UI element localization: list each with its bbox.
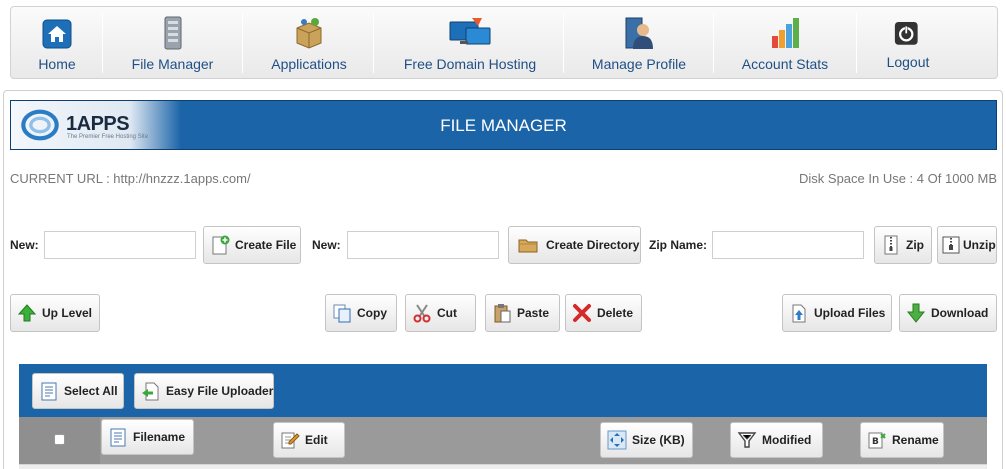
modified-funnel-icon xyxy=(737,432,757,448)
nav-divider xyxy=(102,13,103,73)
column-filename[interactable]: Filename xyxy=(101,419,194,455)
select-all-checkbox[interactable] xyxy=(54,434,65,445)
server-icon xyxy=(164,16,181,50)
easy-file-uploader-label: Easy File Uploader xyxy=(166,384,274,398)
nav-free-domain-hosting-label: Free Domain Hosting xyxy=(403,56,537,72)
table-row xyxy=(19,464,987,469)
unzip-label: Unzip xyxy=(963,238,996,252)
nav-account-stats-label: Account Stats xyxy=(741,56,829,72)
copy-icon xyxy=(333,304,351,323)
nav-divider xyxy=(713,13,714,73)
zip-name-input[interactable] xyxy=(712,231,864,259)
download-label: Download xyxy=(931,306,989,320)
create-file-button[interactable]: Create File xyxy=(203,226,301,264)
delete-button[interactable]: Delete xyxy=(565,294,642,332)
scissors-icon xyxy=(413,304,431,323)
unzip-icon xyxy=(942,236,960,254)
cut-button[interactable]: Cut xyxy=(405,294,476,332)
nav-divider xyxy=(563,13,564,73)
file-manager-banner: 1APPS The Premier Free Hosting Site FILE… xyxy=(10,100,997,150)
nav-applications[interactable]: Applications xyxy=(263,7,355,80)
delete-x-icon xyxy=(573,304,591,322)
upload-icon xyxy=(792,304,806,323)
nav-divider xyxy=(373,13,374,73)
power-icon xyxy=(894,22,918,45)
column-rename-label: Rename xyxy=(892,433,939,447)
arrow-up-icon xyxy=(17,304,37,322)
column-modified-label: Modified xyxy=(762,433,812,447)
column-filename-label: Filename xyxy=(133,430,186,444)
paste-label: Paste xyxy=(517,306,550,320)
copy-label: Copy xyxy=(357,306,387,320)
file-list-icon xyxy=(110,428,126,447)
current-url: CURRENT URL : http://hnzzz.1apps.com/ xyxy=(10,171,251,186)
nav-home-label: Home xyxy=(38,56,76,72)
select-all-button[interactable]: Select All xyxy=(32,373,124,409)
resize-arrows-icon xyxy=(607,430,627,450)
file-upload-arrow-icon xyxy=(142,382,159,401)
folder-icon xyxy=(518,239,538,253)
copy-button[interactable]: Copy xyxy=(325,294,397,332)
home-icon xyxy=(42,19,72,49)
easy-file-uploader-button[interactable]: Easy File Uploader xyxy=(134,373,274,409)
zip-button[interactable]: Zip xyxy=(874,226,932,264)
create-file-label: Create File xyxy=(235,238,297,252)
nav-free-domain-hosting[interactable]: Free Domain Hosting xyxy=(397,7,543,80)
download-button[interactable]: Download xyxy=(899,294,997,332)
nav-account-stats[interactable]: Account Stats xyxy=(735,7,835,80)
edit-pencil-icon xyxy=(281,432,300,449)
download-arrow-icon xyxy=(906,303,926,323)
top-navigation: Home File Manager Applications Free Doma… xyxy=(10,6,998,79)
up-level-button[interactable]: Up Level xyxy=(10,294,100,332)
column-size[interactable]: Size (KB) xyxy=(600,422,693,458)
column-rename[interactable]: B Rename xyxy=(860,422,944,458)
package-icon xyxy=(296,18,322,49)
new-directory-label: New: xyxy=(312,238,341,252)
upload-files-button[interactable]: Upload Files xyxy=(782,294,892,332)
create-directory-button[interactable]: Create Directory xyxy=(508,226,641,264)
unzip-button[interactable]: Unzip xyxy=(937,226,997,264)
select-all-label: Select All xyxy=(64,384,118,398)
nav-divider xyxy=(242,13,243,73)
column-size-label: Size (KB) xyxy=(632,433,685,447)
nav-file-manager[interactable]: File Manager xyxy=(121,7,224,80)
nav-logout-label: Logout xyxy=(886,54,930,70)
bar-chart-icon xyxy=(772,18,799,48)
nav-applications-label: Applications xyxy=(271,56,347,72)
create-directory-label: Create Directory xyxy=(546,238,640,252)
nav-manage-profile[interactable]: Manage Profile xyxy=(586,7,692,80)
new-file-label: New: xyxy=(10,238,39,252)
user-profile-icon xyxy=(625,17,653,49)
zip-label: Zip xyxy=(906,238,924,252)
column-edit[interactable]: Edit xyxy=(273,422,345,458)
zip-name-label: Zip Name: xyxy=(649,238,708,252)
new-file-input[interactable] xyxy=(44,231,196,259)
svg-text:B: B xyxy=(872,437,879,447)
nav-file-manager-label: File Manager xyxy=(131,56,214,72)
select-all-icon xyxy=(41,382,57,401)
nav-logout[interactable]: Logout xyxy=(877,7,939,80)
nav-divider xyxy=(856,13,857,73)
new-directory-input[interactable] xyxy=(347,231,499,259)
column-modified[interactable]: Modified xyxy=(730,422,823,458)
up-level-label: Up Level xyxy=(42,306,93,320)
computer-monitors-icon xyxy=(449,18,491,45)
delete-label: Delete xyxy=(597,306,634,320)
nav-manage-profile-label: Manage Profile xyxy=(591,56,687,72)
upload-files-label: Upload Files xyxy=(814,306,886,320)
paste-button[interactable]: Paste xyxy=(485,294,560,332)
column-edit-label: Edit xyxy=(305,433,328,447)
disk-space-usage: Disk Space In Use : 4 Of 1000 MB xyxy=(799,171,997,186)
new-file-icon xyxy=(212,235,230,255)
cut-label: Cut xyxy=(437,306,457,320)
clipboard-paste-icon xyxy=(494,304,511,323)
nav-home[interactable]: Home xyxy=(29,7,85,80)
rename-icon: B xyxy=(868,432,886,449)
page-title: FILE MANAGER xyxy=(440,116,567,135)
zip-icon xyxy=(884,235,898,255)
